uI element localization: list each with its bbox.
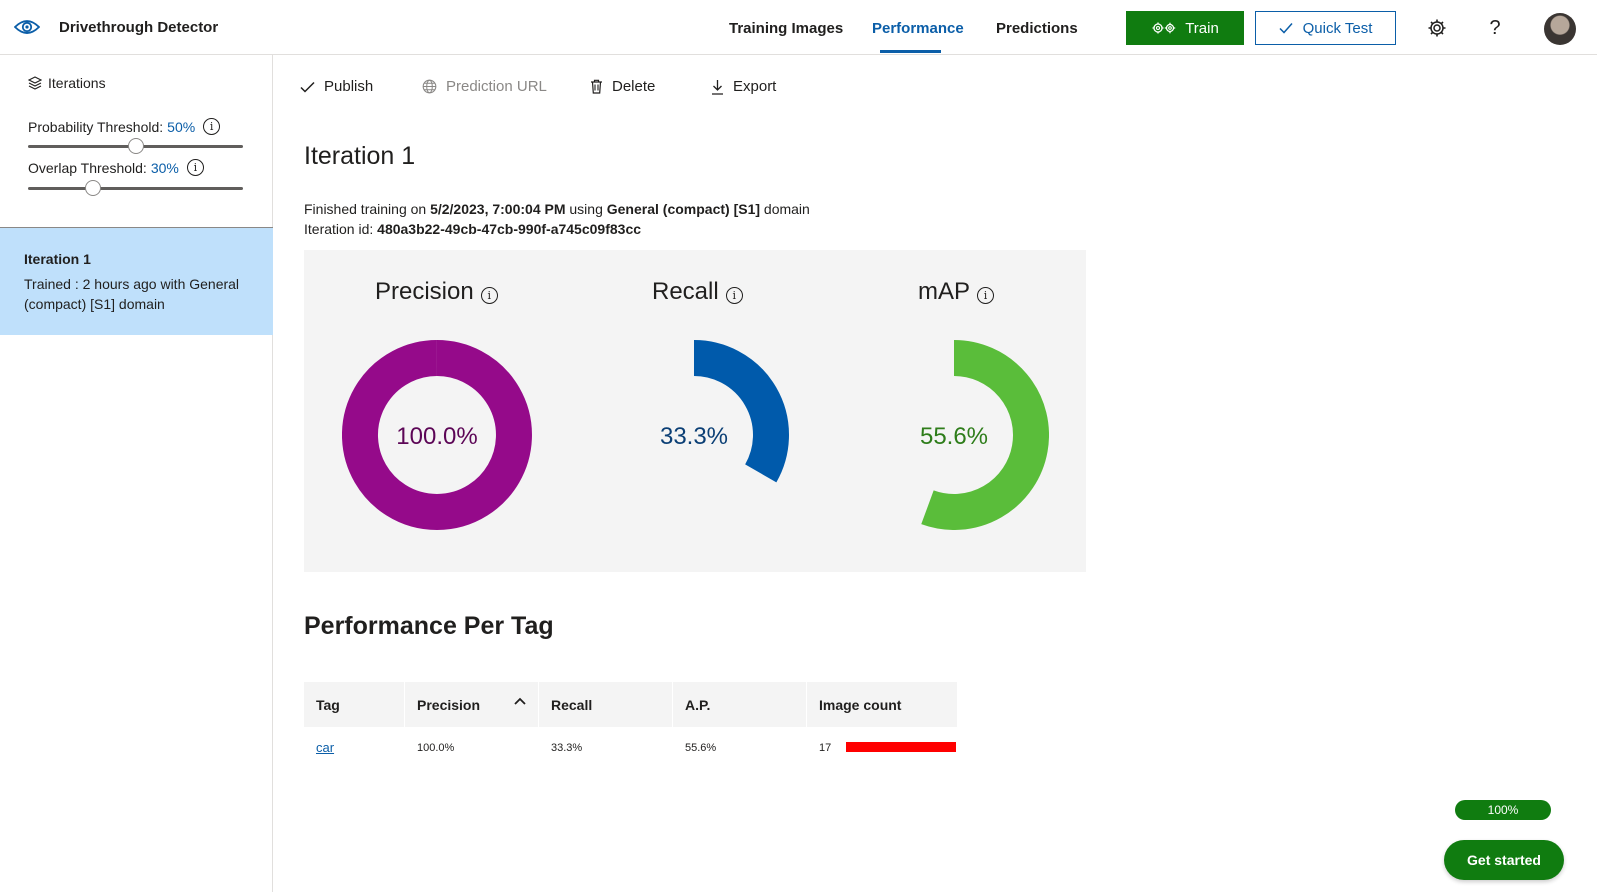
overlap-threshold-slider[interactable] bbox=[28, 180, 243, 196]
get-started-button[interactable]: Get started bbox=[1444, 840, 1564, 880]
app-title: Drivethrough Detector bbox=[59, 19, 219, 36]
domain-name: General (compact) [S1] bbox=[606, 201, 761, 217]
quick-test-button[interactable]: Quick Test bbox=[1255, 11, 1396, 45]
recall-value: 33.3% bbox=[659, 423, 729, 450]
iteration-list-item[interactable]: Iteration 1 Trained : 2 hours ago with G… bbox=[0, 228, 273, 335]
finished-prefix: Finished training on bbox=[304, 201, 427, 217]
column-header-tag[interactable]: Tag bbox=[304, 682, 404, 727]
info-icon[interactable]: i bbox=[203, 118, 221, 135]
map-value: 55.6% bbox=[919, 423, 989, 450]
table-cell-precision: 100.0% bbox=[417, 742, 455, 754]
info-icon[interactable]: i bbox=[977, 287, 995, 304]
overlap-threshold-row: Overlap Threshold: 30% i bbox=[28, 159, 204, 176]
table-cell-image-count: 17 bbox=[819, 742, 832, 754]
publish-label: Publish bbox=[324, 78, 374, 95]
tab-predictions[interactable]: Predictions bbox=[996, 20, 1078, 37]
probability-threshold-label: Probability Threshold: bbox=[28, 118, 164, 135]
iteration-item-title: Iteration 1 bbox=[24, 251, 91, 267]
prediction-url-label: Prediction URL bbox=[446, 78, 547, 95]
user-avatar[interactable] bbox=[1544, 13, 1576, 45]
iterations-header: Iterations bbox=[28, 75, 106, 91]
iteration-id-line: Iteration id: 480a3b22-49cb-47cb-990f-a7… bbox=[304, 221, 641, 237]
iterations-label: Iterations bbox=[48, 75, 106, 91]
table-cell-recall: 33.3% bbox=[551, 742, 583, 754]
iteration-title: Iteration 1 bbox=[304, 142, 416, 170]
sort-ascending-icon bbox=[514, 697, 526, 705]
check-icon bbox=[300, 81, 315, 93]
table-cell-ap: 55.6% bbox=[685, 742, 717, 754]
map-label: mAP bbox=[918, 278, 971, 305]
column-header-recall[interactable]: Recall bbox=[539, 682, 672, 727]
train-button[interactable]: Train bbox=[1126, 11, 1244, 45]
export-label: Export bbox=[733, 78, 777, 95]
delete-label: Delete bbox=[612, 78, 656, 95]
train-label: Train bbox=[1185, 19, 1219, 37]
domain-suffix: domain bbox=[763, 201, 810, 217]
recall-label: Recall bbox=[652, 278, 719, 305]
precision-label: Precision bbox=[375, 278, 474, 305]
iteration-id-value: 480a3b22-49cb-47cb-990f-a745c09f83cc bbox=[377, 221, 642, 237]
download-icon bbox=[712, 79, 723, 95]
precision-value: 100.0% bbox=[396, 423, 478, 450]
help-icon[interactable]: ? bbox=[1484, 17, 1506, 39]
precision-metric-title: Precision i bbox=[375, 278, 498, 306]
finished-date: 5/2/2023, 7:00:04 PM bbox=[430, 201, 566, 217]
settings-icon[interactable] bbox=[1426, 17, 1448, 39]
column-header-ap[interactable]: A.P. bbox=[673, 682, 806, 727]
delete-button[interactable]: Delete bbox=[590, 78, 655, 95]
performance-per-tag-title: Performance Per Tag bbox=[304, 612, 554, 640]
info-icon[interactable]: i bbox=[186, 159, 204, 176]
column-header-image-count[interactable]: Image count bbox=[807, 682, 957, 727]
tab-training-images[interactable]: Training Images bbox=[729, 20, 843, 37]
globe-icon bbox=[422, 79, 437, 94]
recall-metric-title: Recall i bbox=[652, 278, 743, 306]
prediction-url-button[interactable]: Prediction URL bbox=[422, 78, 547, 95]
gears-icon bbox=[1152, 22, 1176, 34]
info-icon[interactable]: i bbox=[480, 287, 498, 304]
map-metric-title: mAP i bbox=[918, 278, 995, 306]
metrics-panel: Precision i 100.0% Recall i 33.3% mAP i … bbox=[304, 250, 1086, 572]
probability-threshold-slider[interactable] bbox=[28, 138, 243, 154]
iteration-item-description: Trained : 2 hours ago with General (comp… bbox=[24, 276, 240, 312]
using-word: using bbox=[569, 201, 603, 217]
overlap-threshold-label: Overlap Threshold: bbox=[28, 159, 147, 176]
publish-button[interactable]: Publish bbox=[300, 78, 373, 95]
slider-thumb[interactable] bbox=[84, 180, 101, 196]
eye-logo-icon[interactable] bbox=[14, 17, 40, 37]
precision-column-label: Precision bbox=[417, 696, 481, 713]
tag-link[interactable]: car bbox=[316, 740, 334, 755]
quick-test-label: Quick Test bbox=[1302, 19, 1373, 37]
active-tab-indicator bbox=[880, 50, 941, 53]
probability-threshold-value: 50% bbox=[167, 118, 196, 135]
overlap-threshold-value: 30% bbox=[150, 159, 179, 176]
progress-indicator: 100% bbox=[1455, 800, 1551, 820]
table-row-tag: car bbox=[304, 740, 334, 755]
check-icon bbox=[1279, 23, 1293, 34]
trash-icon bbox=[591, 79, 602, 94]
probability-threshold-row: Probability Threshold: 50% i bbox=[28, 118, 221, 135]
tab-performance[interactable]: Performance bbox=[872, 20, 964, 37]
image-count-bar bbox=[846, 742, 956, 752]
training-info: Finished training on 5/2/2023, 7:00:04 P… bbox=[304, 201, 810, 217]
column-header-precision[interactable]: Precision bbox=[405, 682, 538, 727]
iterations-sidebar: Iterations Probability Threshold: 50% i … bbox=[0, 55, 273, 892]
iteration-id-label: Iteration id: bbox=[304, 221, 374, 237]
recall-arc bbox=[693, 340, 789, 483]
app-header: Drivethrough Detector Training Images Pe… bbox=[0, 0, 1597, 55]
layers-icon bbox=[28, 76, 42, 90]
info-icon[interactable]: i bbox=[725, 287, 743, 304]
export-button[interactable]: Export bbox=[711, 78, 776, 95]
slider-thumb[interactable] bbox=[127, 138, 144, 154]
